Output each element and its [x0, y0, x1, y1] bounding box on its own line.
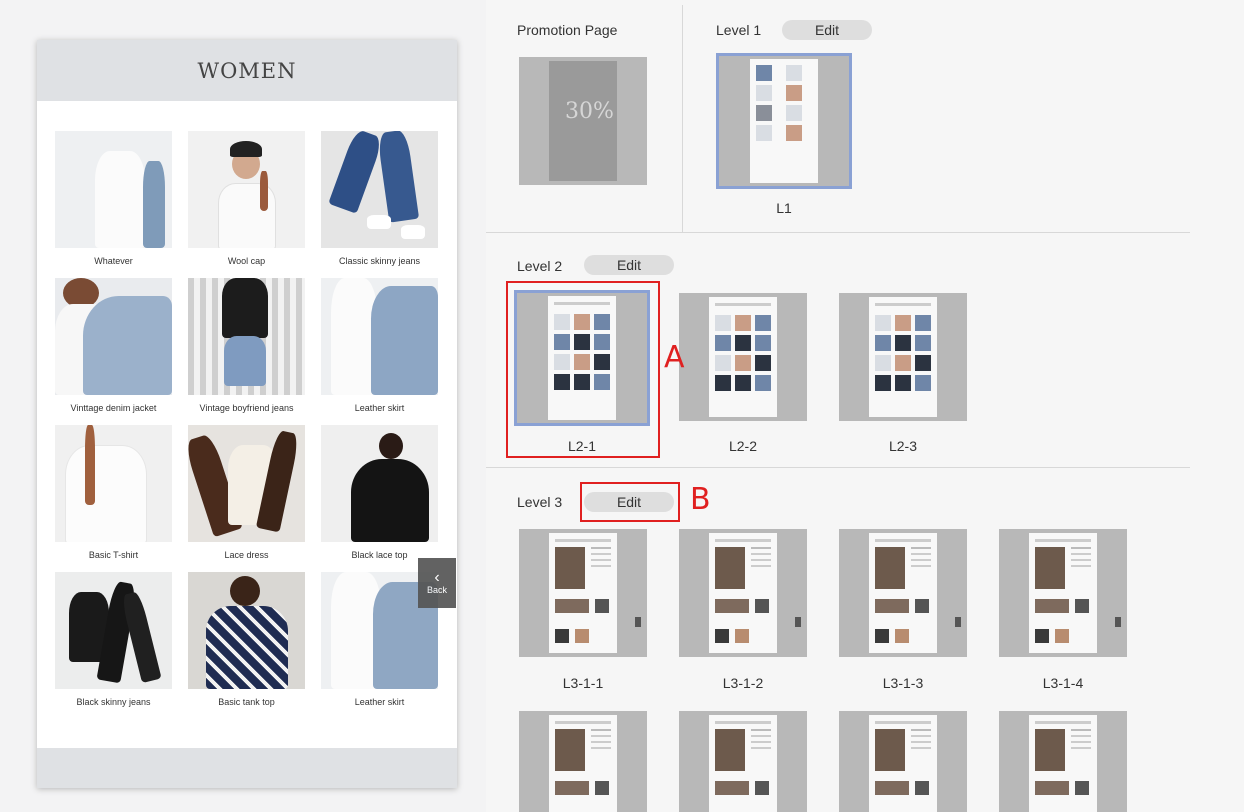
page-preview [869, 533, 937, 653]
preview-title: WOMEN [197, 58, 297, 83]
promotion-thumbnail[interactable]: 30% [519, 57, 647, 185]
page-preview [1029, 715, 1097, 812]
thumbnail-caption: L3-1-3 [882, 675, 924, 691]
product-name: Leather skirt [354, 403, 405, 413]
chevron-left-icon: ‹ [434, 569, 440, 586]
page-preview [549, 715, 617, 812]
back-button[interactable]: ‹ Back [418, 558, 456, 608]
page-preview: 30% [549, 61, 617, 181]
annotation-label-a: A [664, 340, 685, 375]
product-grid: Whatever Wool cap Classic skinny jeans V… [55, 131, 439, 719]
annotation-box-b [580, 482, 680, 522]
product-name: Leather skirt [354, 697, 405, 707]
page-preview [549, 533, 617, 653]
product-name: Black skinny jeans [76, 697, 151, 707]
product-card[interactable]: Vinttage denim jacket [55, 278, 172, 425]
level3-label: Level 3 [517, 494, 563, 510]
level3-thumbnail-5[interactable] [519, 711, 647, 812]
page-preview [709, 533, 777, 653]
promotion-label: Promotion Page [517, 22, 618, 38]
product-name: Lace dress [224, 550, 269, 560]
level1-label: Level 1 [716, 22, 762, 38]
thumbnail-caption: L3-1-2 [722, 675, 764, 691]
product-card[interactable]: Classic skinny jeans [321, 131, 438, 278]
annotation-box-a [506, 281, 660, 458]
thumbnail-caption: L3-1-4 [1042, 675, 1084, 691]
product-image [55, 131, 172, 248]
product-card[interactable]: Vintage boyfriend jeans [188, 278, 305, 425]
level3-thumbnail-2[interactable] [679, 529, 807, 657]
product-image [188, 572, 305, 689]
thumbnail-caption: L1 [776, 200, 792, 216]
product-name: Classic skinny jeans [338, 256, 421, 266]
product-image [55, 425, 172, 542]
product-image [188, 278, 305, 395]
level3-thumbnail-4[interactable] [999, 529, 1127, 657]
page-preview [750, 59, 818, 183]
page-structure-panel: Promotion Page 30% Level 1 Edit L1 Level… [486, 0, 1244, 812]
level3-thumbnail-3[interactable] [839, 529, 967, 657]
thumbnail-caption: L3-1-1 [562, 675, 604, 691]
level2-label: Level 2 [517, 258, 563, 274]
divider [682, 5, 683, 232]
level3-thumbnail-8[interactable] [999, 711, 1127, 812]
product-name: Basic tank top [218, 697, 275, 707]
product-image [55, 572, 172, 689]
product-name: Whatever [94, 256, 133, 266]
product-name: Vintage boyfriend jeans [199, 403, 294, 413]
product-image [321, 425, 438, 542]
product-card[interactable]: Wool cap [188, 131, 305, 278]
thumbnail-caption: L2-2 [728, 438, 758, 454]
level2-thumbnail-2[interactable] [679, 293, 807, 421]
product-card[interactable]: Basic T-shirt [55, 425, 172, 572]
level1-thumbnail[interactable] [716, 53, 852, 189]
level2-thumbnail-3[interactable] [839, 293, 967, 421]
level2-edit-button[interactable]: Edit [584, 255, 674, 275]
preview-footer [37, 748, 457, 788]
divider [486, 467, 1190, 468]
preview-header: WOMEN [37, 40, 457, 101]
level1-edit-button[interactable]: Edit [782, 20, 872, 40]
page-preview [869, 715, 937, 812]
mobile-preview: WOMEN Whatever Wool cap Classic skinny j… [37, 40, 457, 788]
page-preview [869, 297, 937, 417]
product-image [55, 278, 172, 395]
product-image [188, 131, 305, 248]
product-image [321, 131, 438, 248]
annotation-label-b: B [690, 482, 711, 517]
product-name: Vinttage denim jacket [70, 403, 157, 413]
product-card[interactable]: Black skinny jeans [55, 572, 172, 719]
product-name: Basic T-shirt [88, 550, 139, 560]
level3-thumbnail-1[interactable] [519, 529, 647, 657]
thumbnail-caption: L2-3 [888, 438, 918, 454]
product-card[interactable]: Lace dress [188, 425, 305, 572]
product-name: Wool cap [227, 256, 266, 266]
discount-text: 30% [565, 99, 614, 124]
product-image [321, 278, 438, 395]
page-preview [1029, 533, 1097, 653]
page-preview [709, 715, 777, 812]
product-card[interactable]: Black lace top [321, 425, 438, 572]
product-card[interactable]: Basic tank top [188, 572, 305, 719]
level3-thumbnail-7[interactable] [839, 711, 967, 812]
page-preview [709, 297, 777, 417]
back-label: Back [426, 585, 447, 595]
product-image [188, 425, 305, 542]
product-card[interactable]: Leather skirt [321, 278, 438, 425]
product-card[interactable]: Whatever [55, 131, 172, 278]
divider [486, 232, 1190, 233]
level3-thumbnail-6[interactable] [679, 711, 807, 812]
